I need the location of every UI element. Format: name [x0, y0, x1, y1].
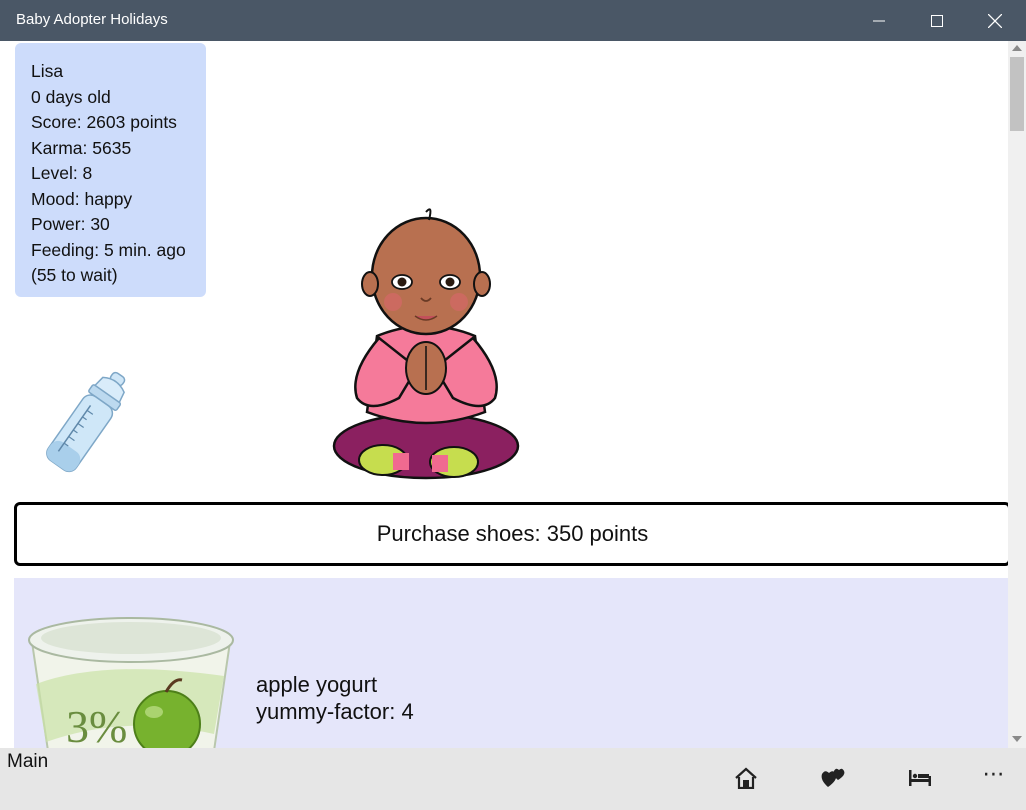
- app-bar: Main ⋯: [0, 748, 1026, 810]
- yogurt-fat-badge: 3%: [66, 701, 127, 748]
- home-icon: [735, 767, 757, 789]
- mood-stat: Mood: happy: [31, 188, 133, 209]
- feeding-wait: (55 to wait): [31, 265, 118, 285]
- close-icon: [988, 13, 1002, 28]
- window-title: Baby Adopter Holidays: [16, 11, 168, 28]
- score-stat: Score: 2603 points: [31, 112, 177, 132]
- close-button[interactable]: [966, 0, 1024, 41]
- scroll-up-icon[interactable]: [1012, 45, 1022, 51]
- baby-age: 0 days old: [31, 86, 111, 107]
- food-name: apple yogurt: [256, 672, 378, 697]
- yogurt-cup-image: 3%: [28, 617, 234, 748]
- vertical-scrollbar[interactable]: [1008, 41, 1026, 748]
- karma-stat: Karma: 5635: [31, 137, 132, 158]
- title-bar: Baby Adopter Holidays: [0, 0, 1026, 41]
- minimize-icon: [873, 20, 885, 21]
- apple-icon: [133, 690, 201, 748]
- food-yummy-factor: yummy-factor: 4: [256, 699, 414, 724]
- hearts-button[interactable]: [811, 756, 855, 800]
- scrollbar-thumb[interactable]: [1010, 57, 1024, 131]
- bed-icon: [909, 770, 931, 786]
- baby-stats-panel: Lisa 0 days old Score: 2603 points Karma…: [15, 43, 206, 297]
- maximize-button[interactable]: [908, 0, 966, 41]
- main-content: Lisa 0 days old Score: 2603 points Karma…: [1, 41, 1008, 748]
- more-icon: ⋯: [982, 761, 1006, 786]
- food-item-panel[interactable]: 3% apple yogurt yummy-factor: 4: [14, 578, 1008, 748]
- food-info: apple yogurt yummy-factor: 4: [256, 671, 414, 725]
- page-title: Main: [7, 751, 49, 772]
- more-button[interactable]: ⋯: [972, 756, 1016, 800]
- minimize-button[interactable]: [850, 0, 908, 41]
- scroll-down-icon[interactable]: [1012, 736, 1022, 742]
- home-button[interactable]: [724, 756, 768, 800]
- purchase-shoes-button[interactable]: Purchase shoes: 350 points: [14, 502, 1008, 566]
- baby-name: Lisa: [31, 61, 64, 81]
- power-stat: Power: 30: [31, 214, 110, 234]
- hearts-icon: [821, 768, 845, 787]
- baby-bottle-icon[interactable]: [39, 366, 145, 486]
- maximize-icon: [931, 14, 943, 27]
- level-stat: Level: 8: [31, 163, 93, 183]
- bed-button[interactable]: [898, 756, 942, 800]
- feeding-stat: Feeding: 5 min. ago: [31, 239, 186, 260]
- baby-character[interactable]: [329, 198, 523, 484]
